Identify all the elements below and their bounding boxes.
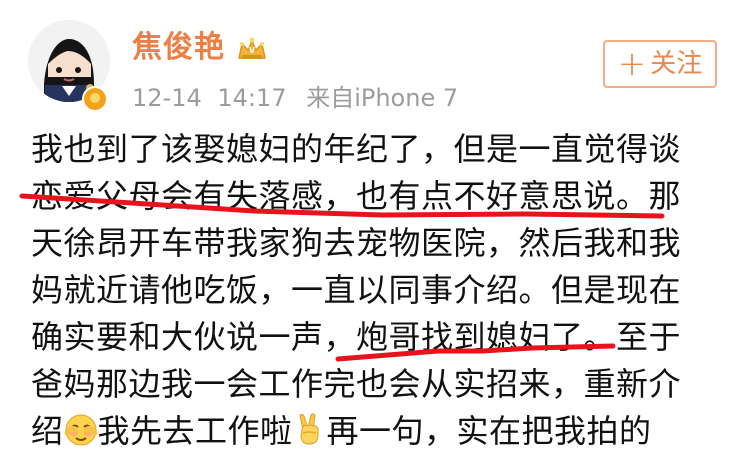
content-line-7: 绍 我先去工作啦 再一句，实在把我拍的 <box>31 408 731 455</box>
follow-label: 关注 <box>650 49 703 79</box>
content-line-2: 恋爱父母会有失落感，也有点不好意思说。那 <box>31 177 682 215</box>
post-meta: 12-14 14:17 来自iPhone 7 <box>132 84 458 112</box>
verified-badge-icon <box>84 88 106 110</box>
post-content: 我也到了该娶媳妇的年纪了，但是一直觉得谈 恋爱父母会有失落感，也有点不好意思说。… <box>31 126 731 455</box>
post-date: 12-14 <box>132 84 202 112</box>
content-line-4: 妈就近请他吃饭，一直以同事介绍。但是现在 <box>31 271 682 309</box>
content-line-5: 确实要和大伙说一声，炮哥找到媳妇了。至于 <box>31 318 682 356</box>
content-text-segment: 我先去工作啦 <box>97 412 293 450</box>
username[interactable]: 焦俊艳 <box>132 30 225 66</box>
post-header: 焦俊艳 V 12-14 14:17 来自iPhone 7 + 关注 <box>0 0 750 120</box>
content-line-6: 爸妈那边我一会工作完也会从实招来，重新介 <box>31 365 682 403</box>
svg-text:V: V <box>249 46 256 55</box>
content-text-segment: 绍 <box>31 412 64 450</box>
follow-button[interactable]: + 关注 <box>603 40 717 88</box>
victory-hand-icon <box>293 413 327 447</box>
post-time: 14:17 <box>217 84 287 112</box>
plus-icon: + <box>617 44 647 84</box>
content-text-segment: 再一句，实在把我拍的 <box>326 412 652 450</box>
verified-badge <box>82 86 108 112</box>
content-line-3: 天徐昂开车带我家狗去宠物医院，然后我和我 <box>31 224 682 262</box>
post-source: 来自iPhone 7 <box>306 84 459 112</box>
embarrassed-face-icon <box>64 413 98 447</box>
vip-badge-icon: V <box>235 36 269 64</box>
content-line-1: 我也到了该娶媳妇的年纪了，但是一直觉得谈 <box>31 130 682 168</box>
